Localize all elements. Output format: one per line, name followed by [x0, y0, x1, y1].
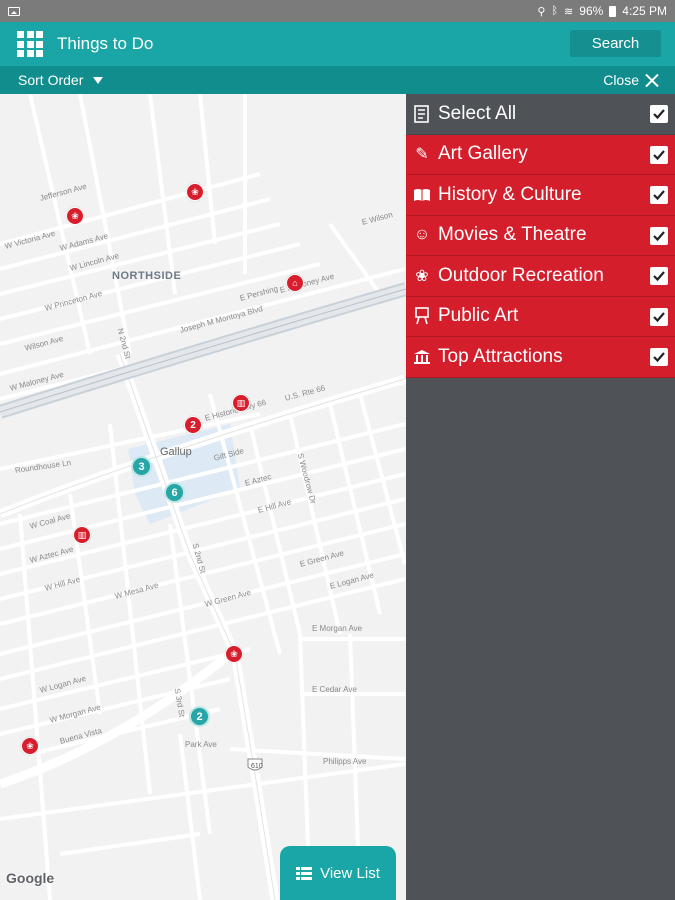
top-attractions-checkbox[interactable]	[650, 348, 668, 366]
outdoor-recreation-map-pin[interactable]: ❀	[186, 183, 204, 201]
filter-label: Art Gallery	[438, 143, 528, 165]
top-attraction-map-pin[interactable]: ⌂	[286, 274, 304, 292]
theatre-masks-icon: ☺	[413, 226, 431, 244]
google-logo: Google	[6, 870, 55, 886]
close-icon	[645, 73, 659, 87]
filter-label: History & Culture	[438, 183, 582, 205]
battery-percent: 96%	[579, 4, 604, 18]
filter-top-attractions[interactable]: Top Attractions	[406, 337, 675, 378]
street-label: E Cedar Ave	[312, 685, 357, 694]
street-label: E Morgan Ave	[312, 624, 363, 633]
status-bar: ⚲ ᛒ ≋ 96% 4:25 PM	[0, 0, 675, 22]
close-label: Close	[603, 72, 639, 88]
filter-label: Top Attractions	[438, 345, 563, 367]
history-culture-map-pin[interactable]: ▥	[73, 526, 91, 544]
sort-order-label: Sort Order	[18, 72, 84, 88]
close-button[interactable]: Close	[603, 72, 659, 88]
route-shield-label: 610	[251, 763, 263, 770]
map-streets	[0, 94, 406, 900]
bluetooth-icon: ᛒ	[551, 5, 559, 17]
landmark-icon	[412, 347, 432, 367]
street-label: Park Ave	[185, 740, 217, 749]
map-view[interactable]: Jefferson Ave W Victoria Ave W Adams Ave…	[0, 94, 406, 900]
select-all-list-icon	[412, 104, 432, 124]
category-filter-panel: Select All ✎ Art Gallery History & Cultu…	[406, 94, 675, 900]
filter-subbar: Sort Order Close	[0, 66, 675, 94]
clock: 4:25 PM	[622, 4, 667, 18]
red-cluster-pin[interactable]: 2	[184, 416, 202, 434]
filter-movies-theatre[interactable]: ☺ Movies & Theatre	[406, 215, 675, 256]
filter-history-culture[interactable]: History & Culture	[406, 175, 675, 216]
select-all-label: Select All	[438, 102, 517, 124]
view-list-label: View List	[320, 864, 380, 882]
caret-down-icon	[93, 76, 104, 84]
filter-label: Public Art	[438, 305, 519, 327]
outdoor-recreation-checkbox[interactable]	[650, 267, 668, 285]
outdoor-recreation-map-pin[interactable]: ❀	[225, 645, 243, 663]
app-toolbar: Things to Do Search	[0, 22, 675, 66]
palette-icon: ✎	[415, 146, 429, 164]
teal-cluster-pin[interactable]: 6	[164, 482, 185, 503]
wifi-icon: ≋	[564, 5, 574, 18]
art-gallery-checkbox[interactable]	[650, 145, 668, 164]
street-label: Philipps Ave	[323, 757, 367, 766]
filter-label: Movies & Theatre	[438, 224, 587, 246]
hiker-icon: ❀	[415, 267, 429, 285]
list-icon	[296, 866, 313, 880]
search-button[interactable]: Search	[570, 30, 661, 57]
city-label: Gallup	[160, 446, 192, 458]
view-list-button[interactable]: View List	[280, 846, 396, 900]
history-culture-checkbox[interactable]	[650, 186, 668, 204]
gallery-notification-icon	[8, 6, 20, 16]
select-all-row[interactable]: Select All	[406, 94, 675, 135]
select-all-checkbox[interactable]	[650, 105, 668, 123]
teal-cluster-pin[interactable]: 2	[189, 706, 210, 727]
open-book-icon	[412, 185, 432, 205]
filter-art-gallery[interactable]: ✎ Art Gallery	[406, 134, 675, 175]
location-icon: ⚲	[537, 5, 546, 18]
page-title: Things to Do	[57, 34, 154, 53]
movies-theatre-checkbox[interactable]	[650, 226, 668, 245]
easel-icon	[412, 306, 432, 326]
history-culture-map-pin[interactable]: ▥	[232, 394, 250, 412]
teal-cluster-pin[interactable]: 3	[131, 456, 152, 477]
filter-label: Outdoor Recreation	[438, 264, 604, 286]
area-label: NORTHSIDE	[112, 270, 182, 282]
filter-public-art[interactable]: Public Art	[406, 296, 675, 337]
outdoor-recreation-map-pin[interactable]: ❀	[66, 207, 84, 225]
app-grid-menu-icon[interactable]	[17, 31, 43, 57]
public-art-checkbox[interactable]	[650, 307, 668, 326]
sort-order-dropdown[interactable]: Sort Order	[18, 72, 104, 88]
battery-icon	[609, 5, 617, 17]
outdoor-recreation-map-pin[interactable]: ❀	[21, 737, 39, 755]
filter-outdoor-recreation[interactable]: ❀ Outdoor Recreation	[406, 256, 675, 297]
